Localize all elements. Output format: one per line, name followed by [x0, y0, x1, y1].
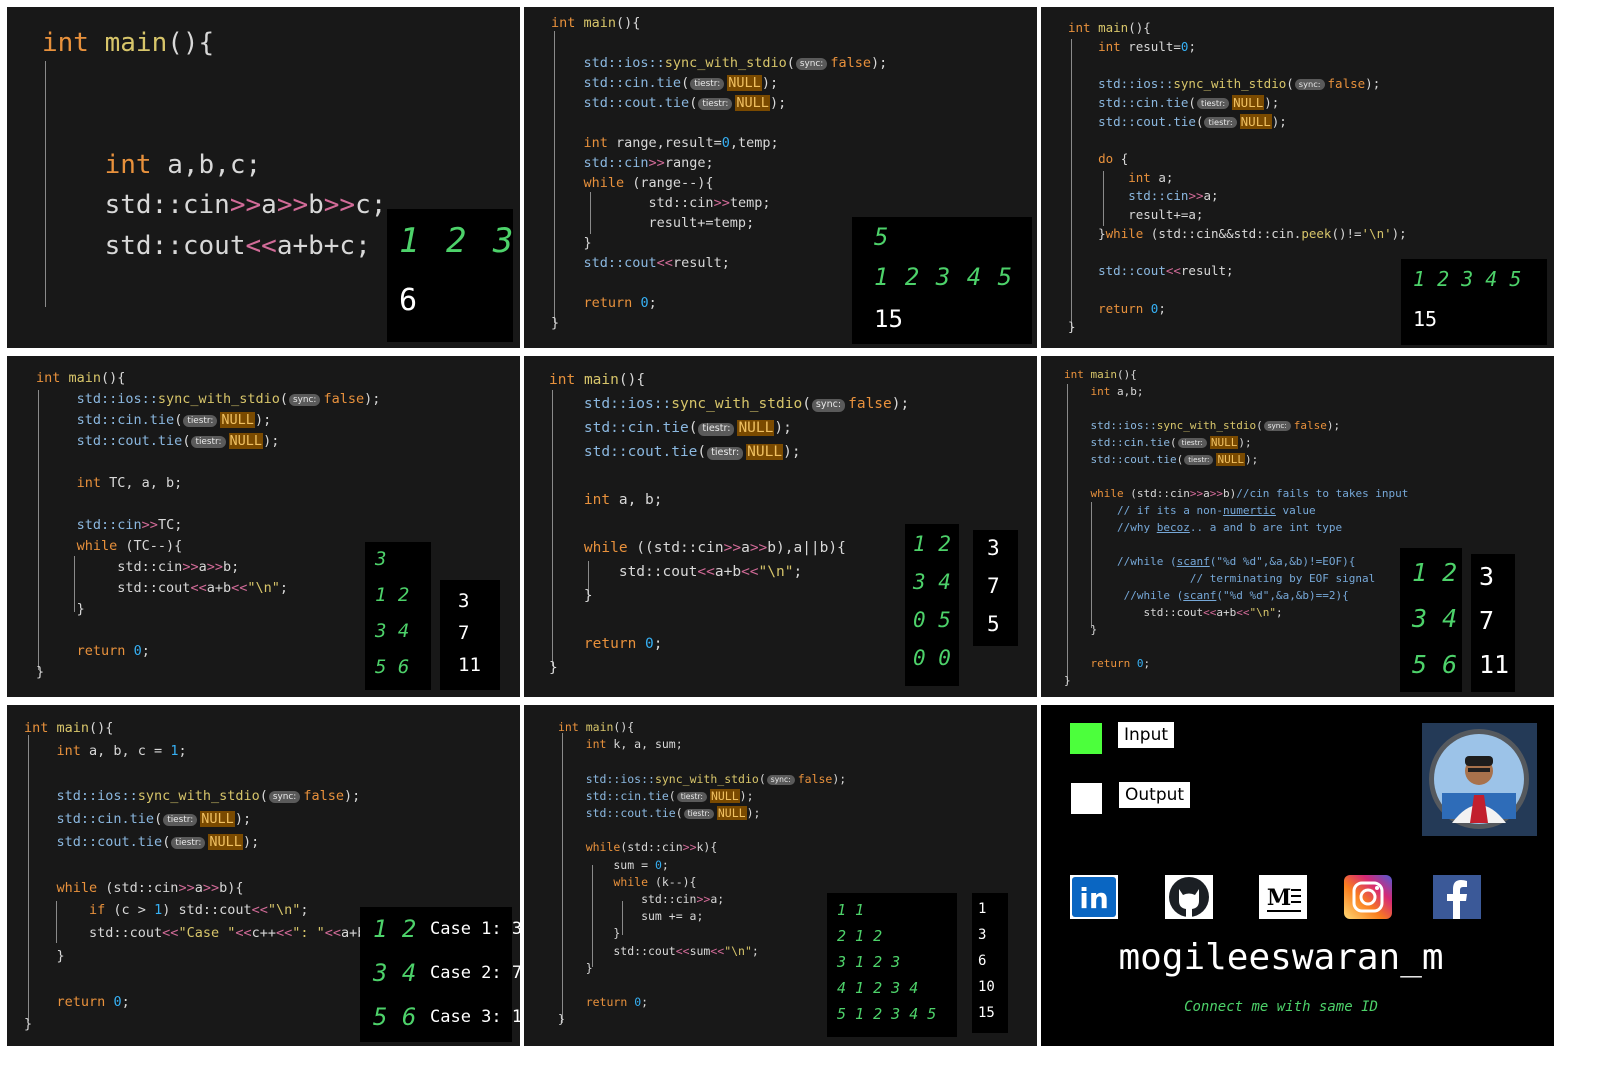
output-line: 6	[399, 283, 418, 318]
input-line: 5	[874, 223, 889, 251]
input-line: 0 0	[913, 646, 951, 670]
output-line: 11	[1479, 650, 1510, 679]
output-line: 15	[978, 1005, 995, 1021]
input-line: 1 2	[913, 532, 951, 556]
username: mogileeswaran_m	[1118, 937, 1444, 978]
avatar-frame	[1422, 723, 1537, 836]
github-icon[interactable]	[1165, 875, 1213, 919]
input-line: 3 4	[373, 959, 417, 987]
output-line: 15	[1413, 307, 1438, 331]
facebook-icon[interactable]	[1433, 875, 1481, 919]
output-terminal: 3 7 5	[973, 530, 1018, 646]
output-line: 7	[987, 574, 1000, 598]
output-line: Case 3: 11	[430, 1007, 520, 1027]
input-line: 2 1 2	[837, 927, 883, 945]
code-snippet: int main(){ std::ios::sync_with_stdio(sy…	[549, 372, 910, 676]
output-line: 5	[987, 612, 1000, 636]
code-snippet: int main(){ std::ios::sync_with_stdio(sy…	[36, 370, 381, 680]
output-line: 3	[987, 536, 1000, 560]
input-line: 3 4	[375, 620, 410, 642]
output-terminal: Case 1: 3 Case 2: 7 Case 3: 11	[426, 907, 520, 1042]
code-snippet: int main(){ int a,b; std::ios::sync_with…	[1064, 368, 1409, 687]
output-legend-swatch	[1071, 783, 1102, 814]
input-legend-swatch	[1070, 723, 1102, 754]
code-panel-2: int main(){ std::ios::sync_with_stdio(sy…	[524, 7, 1037, 348]
svg-text:in: in	[1079, 882, 1109, 915]
output-legend-label: Output	[1119, 782, 1191, 808]
input-line: 1 2 3 4 5	[874, 263, 1013, 291]
input-line: 0 5	[913, 608, 951, 632]
terminal-output: 5 1 2 3 4 5 15	[852, 217, 1032, 344]
code-panel-4: int main(){ std::ios::sync_with_stdio(sy…	[7, 356, 520, 697]
code-panel-8: int main(){ int k, a, sum; std::ios::syn…	[524, 705, 1037, 1046]
linkedin-icon[interactable]: in	[1070, 875, 1118, 919]
input-line: 5 6	[373, 1003, 417, 1031]
output-line: 11	[458, 654, 481, 676]
input-line: 5 6	[375, 656, 410, 678]
profile-panel: Input Output in M mogileeswaran_m Connec…	[1041, 705, 1554, 1046]
code-panel-6: int main(){ int a,b; std::ios::sync_with…	[1041, 356, 1554, 697]
avatar	[1429, 729, 1529, 829]
input-line: 1 2	[1412, 558, 1458, 587]
code-panel-3: int main(){ int result=0; std::ios::sync…	[1041, 7, 1554, 348]
code-panel-5: int main(){ std::ios::sync_with_stdio(sy…	[524, 356, 1037, 697]
output-line: 15	[874, 305, 903, 333]
output-line: 6	[978, 953, 987, 969]
output-line: 7	[1479, 606, 1495, 635]
input-line: 5 1 2 3 4 5	[837, 1005, 937, 1023]
output-line: 3	[1479, 562, 1495, 591]
medium-icon[interactable]: M	[1259, 875, 1307, 919]
input-line: 1 2 3	[399, 221, 514, 261]
code-snippet: int main(){ int result=0; std::ios::sync…	[1068, 20, 1407, 335]
code-snippet: int main(){ std::ios::sync_with_stdio(sy…	[551, 15, 888, 331]
input-line: 5 6	[1412, 650, 1458, 679]
output-terminal: 3 7 11	[440, 580, 500, 690]
input-terminal: 1 2 3 4 0 5 0 0	[905, 524, 959, 686]
input-line: 3 1 2 3	[837, 953, 901, 971]
output-line: 1	[978, 901, 987, 917]
code-panel-1: int main(){ int a,b,c; std::cin>>a>>b>>c…	[7, 7, 520, 348]
instagram-icon[interactable]	[1344, 875, 1392, 919]
input-line: 1 2	[375, 584, 410, 606]
input-line: 4 1 2 3 4	[837, 979, 919, 997]
input-terminal: 1 1 2 1 2 3 1 2 3 4 1 2 3 4 5 1 2 3 4 5	[827, 893, 957, 1037]
code-snippet: int main(){ int k, a, sum; std::ios::syn…	[558, 720, 847, 1027]
output-line: 10	[978, 979, 995, 995]
terminal-output: 1 2 3 6	[387, 209, 513, 342]
code-panel-7: int main(){ int a, b, c = 1; std::ios::s…	[7, 705, 520, 1046]
output-line: 3	[458, 590, 470, 612]
code-snippet: int main(){ int a, b, c = 1; std::ios::s…	[24, 720, 374, 1033]
code-snippet: int main(){ int a,b,c; std::cin>>a>>b>>c…	[42, 28, 387, 261]
output-line: Case 2: 7	[430, 963, 520, 983]
input-line: 3 4	[1412, 604, 1458, 633]
input-line: 3	[375, 548, 387, 570]
terminal-output: 1 2 3 4 5 15	[1401, 259, 1547, 345]
input-line: 1 2 3 4 5	[1413, 267, 1522, 291]
output-line: 7	[458, 622, 470, 644]
input-terminal: 1 2 3 4 5 6	[1400, 548, 1462, 692]
input-terminal: 1 2 3 4 5 6	[360, 907, 426, 1042]
input-terminal: 3 1 2 3 4 5 6	[365, 542, 431, 690]
input-line: 3 4	[913, 570, 951, 594]
input-line: 1 2	[373, 915, 417, 943]
tagline: Connect me with same ID	[1184, 999, 1378, 1015]
output-line: 3	[978, 927, 987, 943]
output-terminal: 1 3 6 10 15	[972, 893, 1008, 1033]
output-line: Case 1: 3	[430, 919, 520, 939]
output-terminal: 3 7 11	[1471, 554, 1515, 692]
svg-text:M: M	[1267, 885, 1291, 911]
input-legend-label: Input	[1118, 722, 1175, 748]
input-line: 1 1	[837, 901, 865, 919]
